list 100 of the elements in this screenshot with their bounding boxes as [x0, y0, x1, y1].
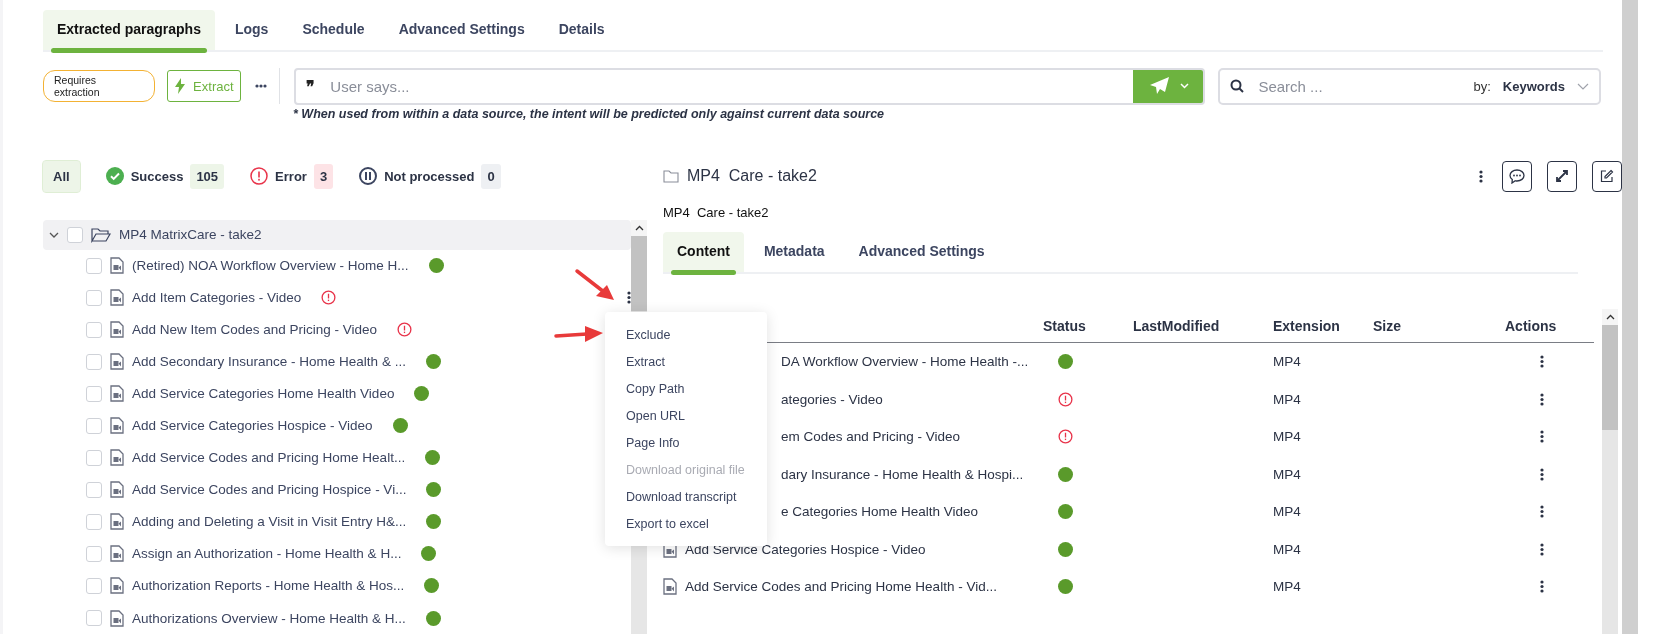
- file-name[interactable]: Authorizations Overview - Home Health & H...: [132, 610, 406, 626]
- table-cell: Add Service Codes and Pricing Home Health - Vid...: [685, 578, 997, 596]
- video-file-icon: [110, 449, 124, 467]
- menu-item[interactable]: Copy Path: [605, 375, 767, 402]
- kebab-icon: [1479, 169, 1483, 183]
- table-cell: DA Workflow Overview - Home Health -...: [781, 353, 1029, 371]
- file-name[interactable]: Add Service Categories Home Health Video: [132, 386, 395, 402]
- status-filter[interactable]: Not processed 0: [359, 163, 501, 189]
- kebab-icon: [1540, 430, 1544, 444]
- scroll-up-button[interactable]: [631, 220, 647, 236]
- search-by-label: by:: [1473, 78, 1491, 94]
- tab[interactable]: Details: [544, 10, 619, 50]
- lightning-icon: [175, 78, 186, 94]
- checkbox[interactable]: [86, 545, 102, 562]
- tab[interactable]: Content: [663, 232, 744, 272]
- file-name[interactable]: Add Service Categories Hospice - Video: [132, 418, 373, 434]
- expand-button[interactable]: [1547, 160, 1577, 192]
- table-cell-text: MP4: [1273, 579, 1302, 595]
- file-name[interactable]: Adding and Deleting a Visit in Visit Entry H&...: [132, 514, 407, 530]
- edit-button[interactable]: [1592, 160, 1622, 192]
- file-name[interactable]: Add Service Codes and Pricing Hospice - Vi...: [132, 482, 407, 498]
- tab[interactable]: Logs: [220, 10, 283, 50]
- search-mode-value: Keywords: [1502, 78, 1565, 94]
- video-file-icon: [663, 578, 677, 596]
- search-field[interactable]: Search ... by: Keywords: [1218, 67, 1601, 105]
- pause-icon: [359, 167, 378, 185]
- menu-item[interactable]: Export to excel: [605, 510, 767, 537]
- checkbox[interactable]: [86, 321, 102, 338]
- menu-item[interactable]: Page Info: [605, 429, 767, 456]
- checkbox[interactable]: [86, 481, 102, 498]
- column-header: Status: [1042, 317, 1087, 334]
- video-file-icon: [110, 577, 124, 595]
- status-filter[interactable]: All: [43, 160, 80, 192]
- checkbox[interactable]: [86, 385, 102, 402]
- kebab-icon: [1540, 392, 1544, 406]
- kebab-icon: [1540, 505, 1544, 519]
- checkbox[interactable]: [86, 417, 102, 434]
- table-cell: dary Insurance - Home Health & Hospi...: [781, 465, 1024, 483]
- video-file-icon: [110, 353, 124, 371]
- kebab-icon: [627, 291, 631, 305]
- item-title: MP4 Care - take2: [687, 167, 818, 185]
- user-says-field[interactable]: ❞ User says...: [294, 67, 1206, 105]
- table-cell: em Codes and Pricing - Video: [781, 428, 961, 446]
- annotation-arrow: [574, 268, 616, 302]
- checkbox[interactable]: [67, 226, 83, 243]
- scrollbar-thumb[interactable]: [1602, 325, 1618, 430]
- count-badge: 3: [313, 163, 334, 189]
- kebab-icon: [1540, 542, 1544, 556]
- checkbox[interactable]: [86, 289, 102, 306]
- video-file-icon: [110, 417, 124, 435]
- checkbox[interactable]: [86, 578, 102, 594]
- expand-icon: [1555, 169, 1569, 183]
- table-cell-text: MP4: [1273, 466, 1302, 482]
- menu-item[interactable]: Download transcript: [605, 483, 767, 510]
- tab[interactable]: Advanced Settings: [384, 10, 539, 50]
- tab[interactable]: Extracted paragraphs: [43, 10, 215, 50]
- menu-item[interactable]: Exclude: [605, 321, 767, 348]
- scroll-up-button[interactable]: [1602, 309, 1618, 325]
- tab[interactable]: Metadata: [749, 232, 839, 272]
- scrollbar-thumb[interactable]: [631, 236, 647, 311]
- tab[interactable]: Schedule: [288, 10, 379, 50]
- video-file-icon: [110, 385, 124, 403]
- column-header: Size: [1373, 317, 1402, 334]
- page-scrollbar[interactable]: [1622, 0, 1638, 634]
- comment-button[interactable]: [1502, 160, 1532, 192]
- search-icon: [1230, 79, 1245, 93]
- folder-name: MP4 MatrixCare - take2: [119, 227, 262, 243]
- paper-plane-icon: [1149, 77, 1170, 95]
- folder-icon: [663, 169, 679, 183]
- file-name[interactable]: Assign an Authorization - Home Health & H...: [132, 546, 402, 562]
- menu-item[interactable]: Extract: [605, 348, 767, 375]
- checkbox[interactable]: [86, 449, 102, 466]
- menu-item[interactable]: Open URL: [605, 402, 767, 429]
- kebab-icon: [1540, 467, 1544, 481]
- table-cell-text: MP4: [1273, 541, 1302, 557]
- checkbox[interactable]: [86, 513, 102, 530]
- count-badge: 0: [481, 163, 501, 189]
- file-name[interactable]: Add Service Codes and Pricing Home Healt...: [132, 450, 406, 466]
- folder-icon: [91, 226, 111, 243]
- file-name[interactable]: Authorization Reports - Home Health & Hos...: [132, 578, 405, 594]
- file-name[interactable]: (Retired) NOA Workflow Overview - Home H...: [132, 258, 409, 273]
- folder-row[interactable]: MP4 MatrixCare - take2: [43, 220, 631, 250]
- checkbox[interactable]: [86, 257, 102, 274]
- video-file-icon: [110, 289, 124, 307]
- status-filter[interactable]: Error 3: [250, 163, 334, 189]
- send-button[interactable]: [1133, 69, 1204, 103]
- check-circle-icon: [105, 167, 124, 185]
- more-icon: [255, 84, 268, 88]
- chevron-up-icon: [634, 225, 644, 231]
- chevron-up-icon: [1605, 314, 1615, 320]
- chevron-down-icon: [1179, 83, 1189, 89]
- kebab-icon: [1540, 355, 1544, 369]
- checkbox[interactable]: [86, 610, 102, 627]
- file-name[interactable]: Add Item Categories - Video: [132, 290, 302, 306]
- checkbox[interactable]: [86, 353, 102, 370]
- file-name[interactable]: Add New Item Codes and Pricing - Video: [132, 322, 378, 338]
- status-filter[interactable]: Success 105: [105, 163, 225, 189]
- tab[interactable]: Advanced Settings: [844, 232, 999, 272]
- video-file-icon: [110, 481, 124, 499]
- file-name[interactable]: Add Secondary Insurance - Home Health & ...: [132, 354, 406, 370]
